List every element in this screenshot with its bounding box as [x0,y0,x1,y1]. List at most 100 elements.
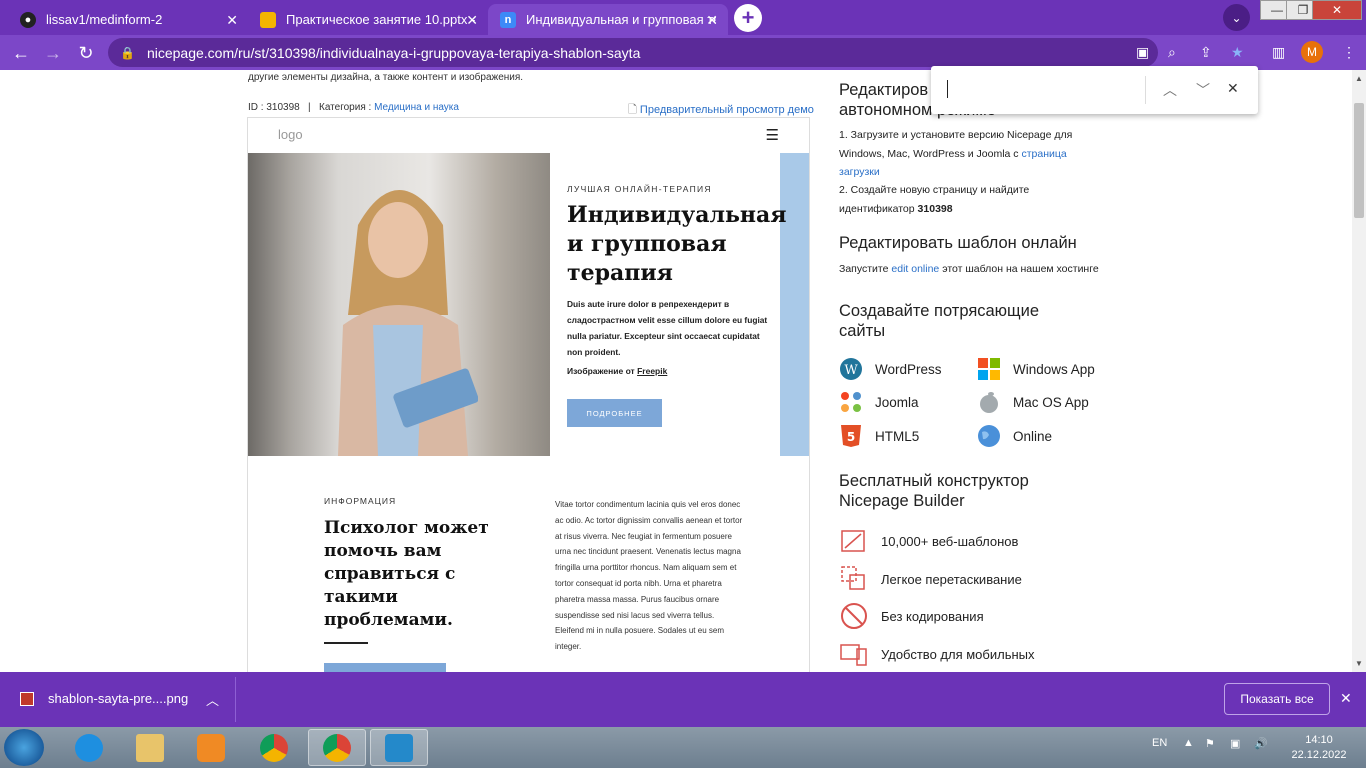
start-button[interactable] [4,729,44,766]
language-indicator[interactable]: EN [1152,737,1167,749]
divider [1145,76,1146,104]
platform-html5[interactable]: 5 HTML5 [839,424,919,448]
info-kicker: ИНФОРМАЦИЯ [324,496,397,506]
scrollbar-thumb[interactable] [1354,103,1364,218]
scroll-up-icon[interactable]: ▲ [1355,74,1363,83]
hero-body: Duis aute irure dolor в репрехендерит в … [567,299,768,357]
tab-slides[interactable]: Практическое занятие 10.pptx - ✕ [248,4,488,35]
divider [324,642,368,644]
url-text: nicepage.com/ru/st/310398/individualnaya… [146,44,641,61]
wordpress-icon: W [839,357,863,381]
taskbar-chrome-profile[interactable] [308,729,366,766]
close-tab-icon[interactable]: ✕ [466,12,478,29]
find-close-icon[interactable]: ✕ [1227,80,1239,97]
more-button[interactable]: ПОДРОБНЕЕ [567,399,662,427]
platform-joomla[interactable]: Joomla [839,390,919,414]
folder-icon [136,733,164,762]
html5-icon: 5 [839,424,863,448]
forward-icon[interactable]: → [42,42,64,64]
template-preview[interactable]: logo ☰ ЛУЧШАЯ ОНЛАЙН-ТЕРАПИЯ Индивидуаль… [247,117,810,672]
hero-image [248,153,550,456]
address-bar[interactable]: 🔒 nicepage.com/ru/st/310398/individualna… [108,38,1158,67]
category-label: Категория : [319,102,372,113]
page-scrollbar[interactable]: ▲ ▼ [1352,70,1366,672]
new-tab-button[interactable]: + [734,4,762,32]
info-body: Vitae tortor condimentum lacinia quis ve… [555,500,743,652]
web-page: другие элементы дизайна, а также контент… [0,70,1352,672]
back-icon[interactable]: ← [10,42,32,64]
therapist-figure [338,190,478,456]
template-id: ID : 310398 [248,102,300,113]
online-title: Редактировать шаблон онлайн [839,234,1077,252]
step-1: 1. Загрузите и установите версию Nicepag… [839,129,1073,178]
edit-online-link[interactable]: edit online [891,263,939,275]
ie-icon [75,733,103,762]
zoom-icon[interactable]: ⌕ [1168,44,1176,61]
reload-icon[interactable]: ↻ [75,42,97,64]
image-file-icon [20,691,34,706]
profile-avatar[interactable]: M [1301,41,1323,63]
freepik-link[interactable]: Freepik [637,366,667,376]
tab-bar: ● lissav1/medinform-2 ✕ Практическое зан… [0,0,1366,35]
media-player-icon [197,733,225,762]
volume-icon[interactable]: 🔊 [1254,737,1268,750]
page-translate-icon[interactable]: ▣ [1136,44,1149,61]
slides-icon [260,11,276,28]
network-icon[interactable]: ▣ [1230,737,1240,750]
platform-mac[interactable]: Mac OS App [977,390,1089,414]
hero-kicker: ЛУЧШАЯ ОНЛАЙН-ТЕРАПИЯ [567,184,712,194]
close-window-button[interactable]: ✕ [1312,0,1362,20]
close-tab-icon[interactable]: ✕ [706,12,718,29]
online-text: Запустите edit online этот шаблон на наш… [839,263,1099,275]
download-item[interactable]: shablon-sayta-pre....png [20,691,188,706]
find-previous-icon[interactable]: ︿ [1163,80,1177,100]
find-input[interactable] [947,80,948,98]
intro-text: другие элементы дизайна, а также контент… [248,72,524,83]
document-icon: 🗋 [628,104,637,116]
mobile-icon [840,644,867,666]
taskbar-chrome[interactable] [245,729,303,766]
platform-wordpress[interactable]: W WordPress [839,357,942,381]
hamburger-icon: ☰ [765,127,779,144]
info-heading: Психолог может помочь вам справиться с т… [324,518,489,630]
platform-online[interactable]: Online [977,424,1052,448]
scroll-down-icon[interactable]: ▼ [1355,659,1363,668]
image-credit: Изображение от Freepik [567,366,668,376]
chrome-icon [260,733,288,762]
side-panel-icon[interactable]: ▥ [1272,44,1285,61]
close-icon[interactable]: ✕ [1340,690,1352,707]
show-all-button[interactable]: Показать все [1224,683,1330,715]
globe-icon [977,424,1001,448]
feature-mobile: Удобство для мобильных [839,639,1035,669]
category-link[interactable]: Медицина и наука [374,102,459,113]
clock[interactable]: 14:10 22.12.2022 [1284,733,1354,763]
svg-text:5: 5 [847,430,855,444]
chevron-up-icon[interactable]: ︿ [206,690,219,709]
menu-icon[interactable]: ⋮ [1342,44,1356,61]
template-meta: ID : 310398 | Категория : Медицина и нау… [248,102,459,113]
tray-expand-icon[interactable]: ▲ [1183,737,1194,749]
find-next-icon[interactable]: ﹀ [1196,80,1210,100]
lock-icon: 🔒 [120,45,135,60]
drag-icon [841,566,865,590]
taskbar-media[interactable] [182,729,240,766]
flag-icon[interactable]: ⚑ [1205,737,1215,750]
share-icon[interactable]: ⇪ [1200,44,1212,61]
tab-github[interactable]: ● lissav1/medinform-2 ✕ [8,4,248,35]
builder-title: Бесплатный конструктор Nicepage Builder [839,472,1029,510]
tab-nicepage[interactable]: n Индивидуальная и групповая те ✕ [488,4,728,35]
no-code-icon [841,603,867,629]
taskbar-explorer[interactable] [121,729,179,766]
bookmark-star-icon[interactable]: ★ [1231,44,1244,61]
joomla-icon [839,390,863,414]
browser-chrome: ● lissav1/medinform-2 ✕ Практическое зан… [0,0,1366,70]
accent-bar [780,153,809,456]
platform-windows[interactable]: Windows App [977,357,1095,381]
tab-search-icon[interactable]: ⌄ [1223,4,1250,31]
info-button[interactable] [324,663,446,672]
close-tab-icon[interactable]: ✕ [226,12,238,29]
taskbar-vscode[interactable] [370,729,428,766]
find-bar: ︿ ﹀ ✕ [931,66,1258,114]
taskbar-ie[interactable] [60,729,118,766]
feature-drag: Легкое перетаскивание [839,564,1022,594]
